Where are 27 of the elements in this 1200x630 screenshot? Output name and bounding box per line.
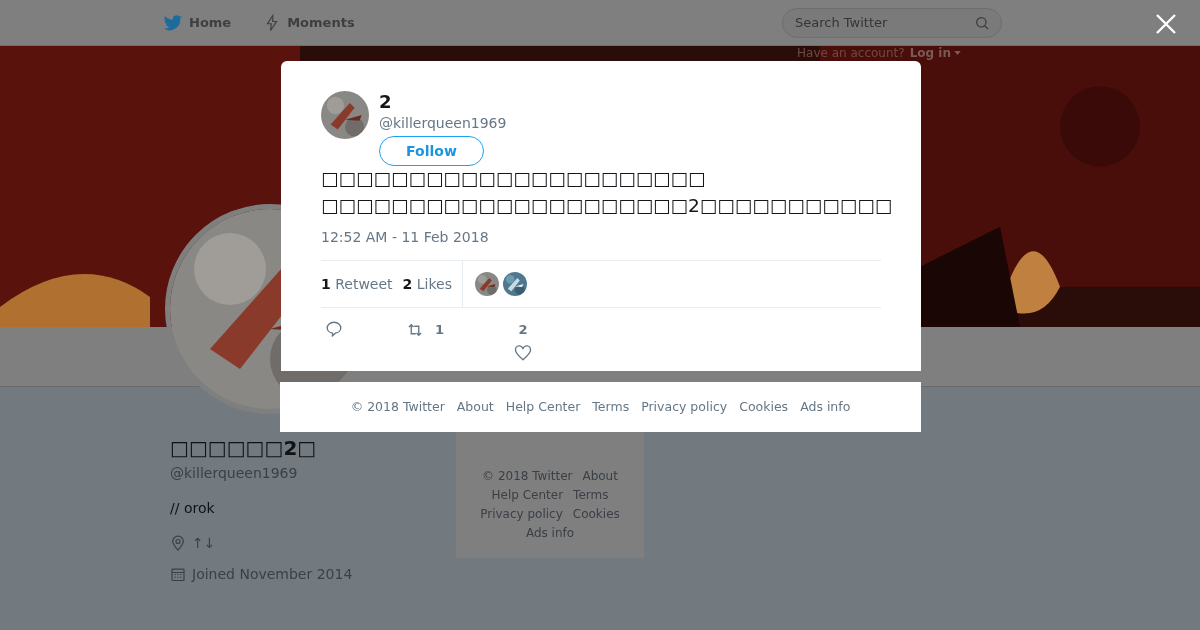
location-pin-icon — [170, 535, 186, 552]
search-field[interactable]: Search Twitter — [782, 7, 1002, 38]
footer-link[interactable]: Help Center — [491, 486, 564, 504]
footer-link[interactable]: Ads info — [800, 397, 851, 417]
footer-link[interactable]: Terms — [573, 486, 609, 504]
profile-name: □□□□□□2□ — [170, 435, 318, 462]
search-icon — [974, 14, 990, 31]
heart-icon[interactable] — [514, 343, 533, 362]
footer-link[interactable]: Cookies — [739, 397, 789, 417]
footer-link[interactable]: Help Center — [505, 397, 581, 417]
bird-icon — [163, 12, 183, 33]
nav-link[interactable]: Home — [163, 12, 232, 33]
calendar-icon — [170, 566, 186, 583]
profile-handle: @killerqueen1969 — [170, 464, 299, 483]
footer-link[interactable]: © 2018 Twitter — [350, 397, 445, 417]
footer-link[interactable]: Privacy policy — [480, 505, 563, 523]
footer-link[interactable]: Ads info — [525, 524, 575, 542]
nav-link[interactable]: Moments — [263, 12, 355, 33]
footer-link[interactable]: Privacy policy — [641, 397, 728, 417]
footer-link[interactable]: © 2018 Twitter — [482, 467, 573, 485]
footer-link[interactable]: Cookies — [572, 505, 620, 523]
profile-location: ↑↓ — [192, 534, 216, 553]
footer-link[interactable]: About — [582, 467, 618, 485]
profile-bio: // orok — [170, 499, 216, 518]
joined-date: Joined November 2014 — [192, 565, 353, 584]
footer-link[interactable]: About — [456, 397, 494, 417]
footer-link[interactable]: Terms — [592, 397, 630, 417]
